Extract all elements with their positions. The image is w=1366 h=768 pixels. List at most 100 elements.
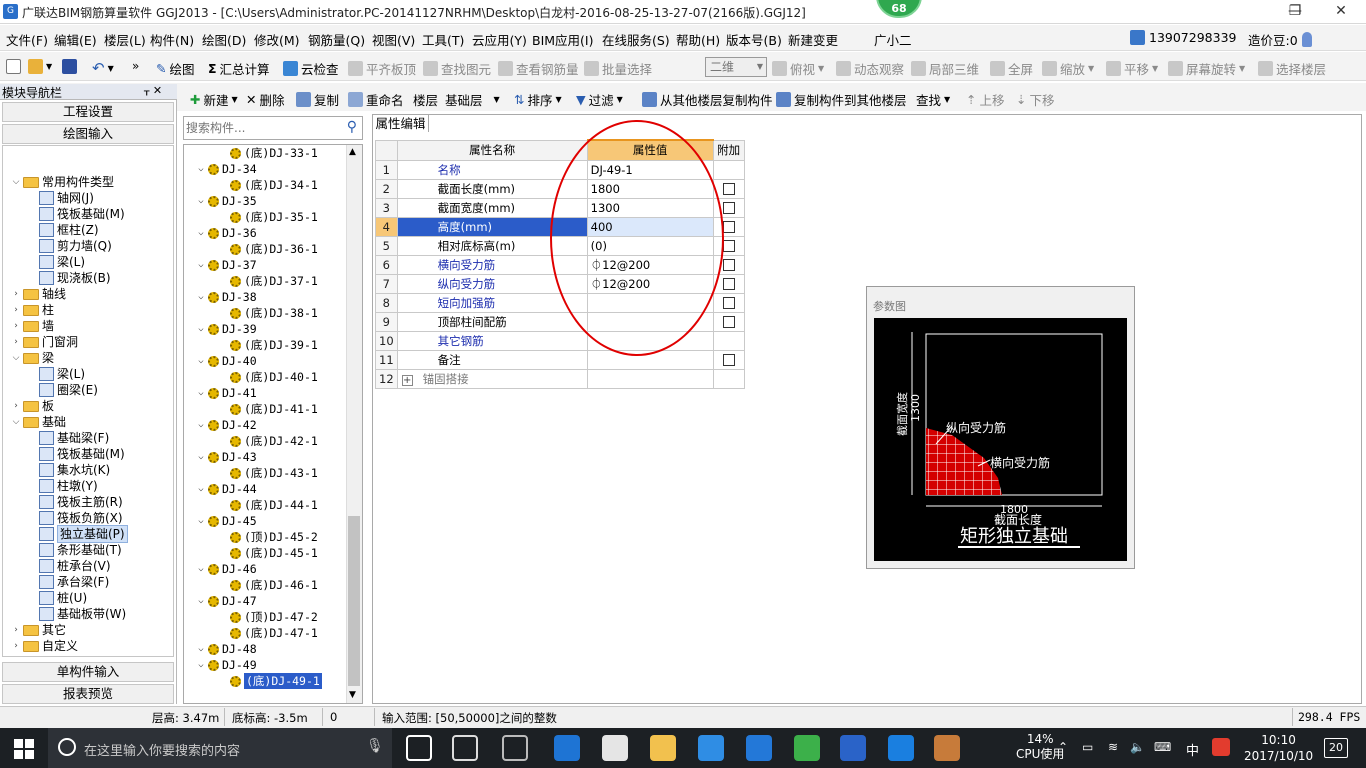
menu-item[interactable]: 新建变更 [788,30,838,49]
component-group[interactable]: ⌵ DJ-35 [198,193,256,209]
menu-item[interactable]: 构件(N) [150,30,194,49]
component-group[interactable]: ⌵ DJ-46 [198,561,256,577]
expand-icon[interactable]: › [11,638,21,654]
collapse-icon[interactable]: ⌵ [196,321,206,337]
keyboard-icon[interactable]: ⌨ [1154,740,1171,754]
nav-item[interactable]: 圈梁(E) [39,382,98,398]
extra-checkbox[interactable] [722,240,735,252]
component-group[interactable]: ⌵ DJ-37 [198,257,256,273]
nav-item[interactable]: 梁(L) [39,254,85,270]
expand-plus-icon[interactable]: + [401,374,413,386]
nav-folder[interactable]: › 自定义 [11,638,78,654]
component-group[interactable]: ⌵ DJ-39 [198,321,256,337]
nav-item[interactable]: 剪力墙(Q) [39,238,112,254]
wifi-icon[interactable]: ≋ [1108,740,1118,754]
scroll-up-icon[interactable]: ▲ [349,147,356,157]
floor-select[interactable]: 基础层 ▼ [445,90,500,109]
component-item[interactable]: (底)DJ-40-1 [230,369,318,385]
dynamic-view-button[interactable]: 动态观察 [836,59,904,78]
volume-icon[interactable]: 🔈 [1130,740,1145,754]
component-group[interactable]: ⌵ DJ-47 [198,593,256,609]
menu-item[interactable]: BIM应用(I) [532,30,594,49]
user-account[interactable]: 13907298339 [1130,30,1236,45]
component-group[interactable]: ⌵ DJ-41 [198,385,256,401]
component-group[interactable]: ⌵ DJ-42 [198,417,256,433]
nav-item[interactable]: 筏板基础(M) [39,206,125,222]
project-settings-button[interactable]: 工程设置 [2,102,174,122]
open-file-button[interactable]: ▼ [28,59,52,74]
ime-indicator[interactable]: 中 [1186,740,1199,759]
menu-item[interactable]: 工具(T) [422,30,464,49]
component-item[interactable]: (底)DJ-34-1 [230,177,318,193]
more-toolbar-button[interactable]: » [132,59,139,73]
edge-icon[interactable] [554,735,580,761]
menu-item[interactable]: 帮助(H) [676,30,720,49]
component-item[interactable]: (底)DJ-35-1 [230,209,318,225]
sort-button[interactable]: ⇅ 排序 ▼ [514,90,562,109]
nav-item[interactable]: 筏板负筋(X) [39,510,123,526]
copy-button[interactable]: 复制 [296,90,339,109]
collapse-icon[interactable]: ⌵ [196,289,206,305]
menu-item[interactable]: 楼层(L) [104,30,146,49]
component-group[interactable]: ⌵ DJ-49 [198,657,256,673]
search-icon[interactable]: ⚲ [347,119,357,135]
scroll-thumb[interactable] [348,516,360,686]
nav-item[interactable]: 承台梁(F) [39,574,109,590]
nav-item[interactable]: 桩承台(V) [39,558,111,574]
component-item[interactable]: (底)DJ-42-1 [230,433,318,449]
nav-item[interactable]: 基础梁(F) [39,430,109,446]
component-group[interactable]: ⌵ DJ-44 [198,481,256,497]
nav-item[interactable]: 桩(U) [39,590,87,606]
extra-checkbox[interactable] [722,202,735,214]
nav-folder[interactable]: ⌵ 梁 [11,350,54,366]
rename-button[interactable]: 重命名 [348,90,404,109]
zoom-button[interactable]: 缩放 ▼ [1042,59,1094,78]
ie-icon[interactable] [698,735,724,761]
plus-app-icon[interactable] [888,735,914,761]
nav-item[interactable]: 筏板基础(M) [39,446,125,462]
menu-item[interactable]: 文件(F) [6,30,48,49]
new-component-button[interactable]: ✚ 新建 ▼ [190,90,238,109]
expand-icon[interactable]: › [11,622,21,638]
extra-checkbox[interactable] [722,297,735,309]
view-rebar-button[interactable]: 查看钢筋量 [498,59,579,78]
component-item[interactable]: (底)DJ-33-1 [230,145,318,161]
expand-icon[interactable]: › [11,286,21,302]
collapse-icon[interactable]: ⌵ [196,657,206,673]
collapse-icon[interactable]: ⌵ [196,513,206,529]
component-item[interactable]: (底)DJ-49-1 [230,673,322,689]
draw-input-button[interactable]: 绘图输入 [2,124,174,144]
restore-button-2[interactable]: ❐ [1272,0,1318,24]
collapse-icon[interactable]: ⌵ [196,161,206,177]
ggj-app-icon[interactable] [502,735,528,761]
component-group[interactable]: ⌵ DJ-36 [198,225,256,241]
component-item[interactable]: (底)DJ-45-1 [230,545,318,561]
component-group[interactable]: ⌵ DJ-45 [198,513,256,529]
nav-item[interactable]: 框柱(Z) [39,222,99,238]
collapse-icon[interactable]: ⌵ [196,641,206,657]
extra-checkbox[interactable] [722,278,735,290]
summary-calc-button[interactable]: Σ 汇总计算 [208,59,270,78]
extra-checkbox[interactable] [722,316,735,328]
nav-pin-close[interactable]: ᚁ ✕ [144,84,162,97]
windows-start-icon[interactable] [14,739,34,759]
batch-select-button[interactable]: 批量选择 [584,59,652,78]
collapse-icon[interactable]: ⌵ [196,193,206,209]
filter-button[interactable]: ▼ 过滤 ▼ [576,90,623,109]
nav-folder[interactable]: › 其它 [11,622,66,638]
menu-item[interactable]: 钢筋量(Q) [308,30,365,49]
nav-item[interactable]: 独立基础(P) [39,525,128,543]
component-group[interactable]: ⌵ DJ-40 [198,353,256,369]
map-app-icon[interactable] [934,735,960,761]
local-3d-button[interactable]: 局部三维 [911,59,979,78]
component-search-input[interactable] [186,119,336,137]
property-row[interactable]: 12 + 锚固搭接 [375,368,745,389]
component-item[interactable]: (底)DJ-41-1 [230,401,318,417]
cloud-check-button[interactable]: 云检查 [283,59,339,78]
expand-icon[interactable]: › [11,318,21,334]
sogou-icon[interactable] [1212,738,1230,756]
report-preview-button[interactable]: 报表预览 [2,684,174,704]
expand-icon[interactable]: › [11,398,21,414]
expand-icon[interactable]: › [11,302,21,318]
menu-item[interactable]: 在线服务(S) [602,30,670,49]
